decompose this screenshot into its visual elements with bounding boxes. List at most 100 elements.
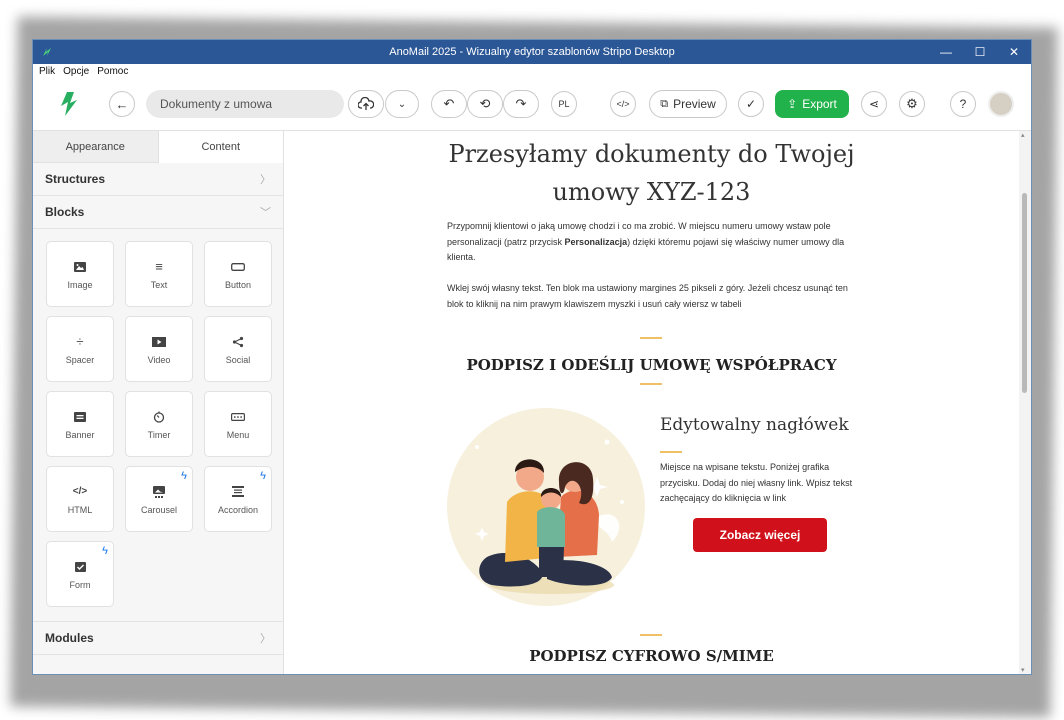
language-button[interactable]: PL [551, 91, 577, 117]
redo-icon: ↷ [515, 96, 527, 111]
block-html[interactable]: </> HTML [46, 466, 114, 532]
heading-line-2: umowy XYZ-123 [552, 178, 751, 206]
intro-paragraph-2[interactable]: Wklej swój własny tekst. Ten blok ma ust… [447, 281, 857, 312]
share-icon: ⋖ [868, 97, 880, 111]
block-banner[interactable]: Banner [46, 391, 114, 457]
minimize-button[interactable]: — [929, 40, 963, 64]
scroll-down-icon[interactable]: ▾ [1021, 666, 1025, 674]
export-icon: ⇪ [787, 97, 798, 111]
block-button[interactable]: Button [204, 241, 272, 307]
menu-icon [231, 409, 245, 425]
block-label: Carousel [140, 504, 178, 515]
devices-icon: ⧉ [660, 97, 669, 110]
menu-plik[interactable]: Plik [39, 66, 55, 77]
stripo-logo-icon [61, 92, 77, 116]
block-spacer[interactable]: ÷ Spacer [46, 316, 114, 382]
divider-line [640, 383, 662, 385]
personalization-link: Personalizacja [564, 236, 628, 247]
heading-line-1: Przesyłamy dokumenty do Twojej [448, 140, 855, 168]
email-heading[interactable]: Przesyłamy dokumenty do Twojej umowy XYZ… [284, 135, 1019, 211]
clipboard-check-icon: ✓ [745, 97, 757, 111]
settings-button[interactable]: ⚙ [899, 91, 925, 117]
app-window: AnoMail 2025 - Wizualny edytor szablonów… [33, 40, 1031, 674]
undo-button[interactable]: ↶ [431, 90, 467, 118]
social-icon [232, 334, 244, 350]
code-view-button[interactable]: </> [610, 91, 636, 117]
help-button[interactable]: ? [950, 91, 976, 117]
modules-section[interactable]: Modules 〉 [33, 622, 283, 655]
save-dropdown-button[interactable]: ⌄ [385, 90, 419, 118]
block-label: Video [147, 354, 171, 365]
scroll-up-icon[interactable]: ▴ [1021, 131, 1025, 139]
video-icon [152, 334, 166, 350]
sidebar-tabs: Appearance Content [33, 131, 283, 163]
blocks-label: Blocks [45, 205, 85, 219]
title-bar: AnoMail 2025 - Wizualny edytor szablonów… [33, 40, 1031, 64]
export-button[interactable]: ⇪ Export [775, 90, 849, 118]
canvas-scrollbar[interactable]: ▴ ▾ [1019, 131, 1031, 674]
window-title: AnoMail 2025 - Wizualny edytor szablonów… [389, 46, 675, 58]
section-title-1[interactable]: PODPISZ I ODEŚLIJ UMOWĘ WSPÓŁPRACY [284, 356, 1019, 374]
document-name-field[interactable]: Dokumenty z umowa [146, 90, 344, 118]
scroll-thumb[interactable] [1022, 193, 1027, 393]
carousel-icon [153, 484, 165, 500]
sidebar: Appearance Content Structures 〉 Blocks ﹀… [33, 131, 284, 674]
undo-icon: ↶ [443, 96, 455, 111]
block-label: Accordion [217, 504, 259, 515]
button-icon [231, 259, 245, 275]
test-button[interactable]: ✓ [738, 91, 764, 117]
chevron-down-icon: ﹀ [260, 207, 271, 219]
family-illustration[interactable] [447, 407, 645, 607]
menu-pomoc[interactable]: Pomoc [97, 66, 128, 77]
intro-paragraph-1[interactable]: Przypomnij klientowi o jaką umowę chodzi… [447, 219, 857, 266]
divider-line [640, 634, 662, 636]
html-icon: </> [72, 486, 88, 497]
toolbar: ← Dokumenty z umowa ⌄ ↶ ⟲ ↷ PL </> ⧉ Pre… [33, 78, 1031, 131]
redo-button[interactable]: ↷ [503, 90, 539, 118]
block-label: Form [69, 579, 91, 590]
save-cloud-button[interactable] [348, 90, 384, 118]
tab-appearance[interactable]: Appearance [33, 131, 158, 163]
back-button[interactable]: ← [109, 91, 135, 117]
history-button[interactable]: ⟲ [467, 90, 503, 118]
card-text[interactable]: Miejsce na wpisane tekstu. Poniżej grafi… [660, 460, 870, 507]
blocks-grid: Image ≡ Text Button ÷ Spacer Video Socia… [33, 229, 283, 622]
gear-icon: ⚙ [906, 96, 918, 111]
block-carousel[interactable]: ϟ Carousel [125, 466, 193, 532]
block-image[interactable]: Image [46, 241, 114, 307]
structures-section[interactable]: Structures 〉 [33, 163, 283, 196]
export-label: Export [802, 97, 837, 111]
chevron-right-icon: 〉 [260, 633, 271, 645]
tab-content[interactable]: Content [157, 131, 283, 163]
block-social[interactable]: Social [204, 316, 272, 382]
block-timer[interactable]: Timer [125, 391, 193, 457]
email-canvas[interactable]: Przesyłamy dokumenty do Twojej umowy XYZ… [284, 131, 1019, 674]
bolt-icon: ϟ [260, 470, 266, 482]
blocks-section[interactable]: Blocks ﹀ [33, 196, 283, 229]
accordion-icon [232, 484, 244, 500]
share-button[interactable]: ⋖ [861, 91, 887, 117]
section-title-2[interactable]: PODPISZ CYFROWO S/MIME [284, 647, 1019, 665]
bolt-icon: ϟ [181, 470, 187, 482]
maximize-button[interactable]: ☐ [963, 40, 997, 64]
block-label: Button [224, 279, 252, 290]
block-label: Social [225, 354, 251, 365]
chevron-down-icon: ⌄ [397, 98, 407, 110]
divider-line [660, 451, 682, 453]
see-more-button[interactable]: Zobacz więcej [693, 518, 827, 552]
block-text[interactable]: ≡ Text [125, 241, 193, 307]
block-label: Spacer [65, 354, 95, 365]
block-menu[interactable]: Menu [204, 391, 272, 457]
close-button[interactable]: ✕ [997, 40, 1031, 64]
block-label: Timer [147, 429, 171, 440]
preview-button[interactable]: ⧉ Preview [649, 90, 727, 118]
block-form[interactable]: ϟ Form [46, 541, 114, 607]
block-video[interactable]: Video [125, 316, 193, 382]
block-accordion[interactable]: ϟ Accordion [204, 466, 272, 532]
menu-opcje[interactable]: Opcje [63, 66, 89, 77]
avatar[interactable] [988, 91, 1014, 117]
block-label: Banner [65, 429, 95, 440]
app-logo-icon [37, 42, 57, 62]
card-heading[interactable]: Edytowalny nagłówek [660, 415, 849, 435]
banner-icon [74, 409, 86, 425]
